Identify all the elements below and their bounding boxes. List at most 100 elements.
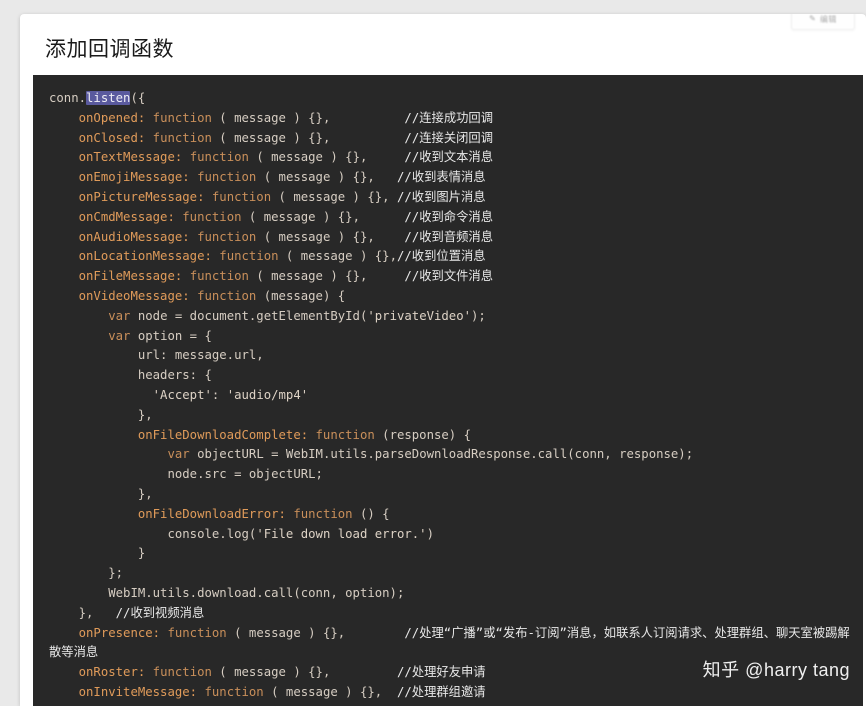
- code-line: onFileDownloadError: function () {: [33, 505, 863, 525]
- code-line: onAudioMessage: function ( message ) {},…: [33, 228, 863, 248]
- code-token: function: [197, 170, 257, 185]
- code-token: ( message ) {},: [211, 130, 331, 145]
- code-token: //收到表情消息: [397, 170, 486, 185]
- code-token: };: [108, 566, 124, 581]
- code-token: function: [204, 684, 264, 699]
- code-token: onFileDownloadError:: [137, 506, 294, 521]
- code-token: node = document.getElementById(: [130, 308, 368, 323]
- code-token: function: [189, 269, 249, 284]
- code-token: :: [211, 387, 227, 402]
- code-line: onLocationMessage: function ( message ) …: [33, 247, 863, 267]
- code-token: onInviteMessage:: [78, 684, 205, 699]
- code-line: onRoster: function ( message ) {}, //处理好…: [33, 663, 863, 683]
- code-token: function: [152, 130, 212, 145]
- code-line: }, //收到视频消息: [33, 604, 863, 624]
- code-token: function: [152, 110, 212, 125]
- code-line: onPictureMessage: function ( message ) {…: [33, 188, 863, 208]
- code-token: onPresence:: [78, 625, 168, 640]
- code-token: ( message ) {},: [248, 269, 368, 284]
- code-token: function: [197, 288, 257, 303]
- code-token: //收到文本消息: [404, 150, 494, 165]
- code-token: ( message ) {},: [271, 189, 397, 204]
- code-block[interactable]: conn.listen({ onOpened: function ( messa…: [33, 75, 863, 706]
- code-token: onCmdMessage:: [78, 209, 183, 224]
- code-token: function: [182, 209, 242, 224]
- code-token: (message) {: [256, 288, 346, 303]
- code-line: },: [33, 406, 863, 426]
- code-token: function: [152, 665, 212, 680]
- code-token: ( message ) {},: [278, 249, 397, 264]
- code-line: onVideoMessage: function (message) {: [33, 287, 863, 307]
- code-line: onEmojiMessage: function ( message ) {},…: [33, 168, 863, 188]
- code-line: console.log('File down load error.'): [33, 525, 863, 545]
- code-token: onTextMessage:: [78, 150, 190, 165]
- code-token: 'privateVideo': [367, 308, 472, 323]
- code-line: };: [33, 564, 863, 584]
- code-token: ( message ) {},: [256, 229, 375, 244]
- code-line: onClosed: function ( message ) {}, //连接关…: [33, 129, 863, 149]
- pencil-icon: ✎: [809, 14, 816, 23]
- code-line: onFileMessage: function ( message ) {}, …: [33, 267, 863, 287]
- code-token: var: [108, 308, 131, 323]
- code-line: },: [33, 485, 863, 505]
- page-title: 添加回调函数: [45, 38, 174, 61]
- code-line: var option = {: [33, 327, 863, 347]
- code-token: //收到视频消息: [115, 605, 205, 620]
- code-token: function: [293, 506, 353, 521]
- code-token: headers: {: [137, 368, 212, 383]
- code-line: WebIM.utils.download.call(conn, option);: [33, 584, 863, 604]
- code-token: function: [197, 229, 257, 244]
- code-token: ( message ) {},: [248, 150, 368, 165]
- code-line: url: message.url,: [33, 346, 863, 366]
- edit-button[interactable]: ✎ 编辑: [791, 14, 855, 30]
- code-token: //连接关闭回调: [404, 130, 494, 145]
- code-token: var: [108, 328, 131, 343]
- code-token: onClosed:: [78, 130, 153, 145]
- code-line: }: [33, 544, 863, 564]
- code-token: //收到命令消息: [404, 209, 493, 224]
- code-token: (response) {: [374, 427, 472, 442]
- code-token: function: [315, 427, 375, 442]
- code-token: onVideoMessage:: [78, 288, 198, 303]
- code-token: //处理群组邀请: [396, 684, 486, 699]
- code-token: //连接成功回调: [404, 110, 494, 125]
- code-token: url: message.url,: [137, 348, 264, 363]
- code-token: onAudioMessage:: [78, 229, 198, 244]
- code-line: headers: {: [33, 366, 863, 386]
- code-token: console.log(: [167, 526, 257, 541]
- code-token: 'File down load error.': [256, 526, 427, 541]
- code-token: ( message ) {},: [226, 625, 346, 640]
- code-line: onPresence: function ( message ) {}, //处…: [33, 624, 863, 664]
- code-token: },: [137, 486, 153, 501]
- code-line: onCmdMessage: function ( message ) {}, /…: [33, 208, 863, 228]
- edit-button-label: 编辑: [819, 14, 837, 24]
- code-token: onRoster:: [78, 665, 153, 680]
- code-line: 'Accept': 'audio/mp4': [33, 386, 863, 406]
- code-line: onOpened: function ( message ) {}, //连接成…: [33, 109, 863, 129]
- code-token: ( message ) {},: [211, 110, 331, 125]
- code-token: function: [219, 249, 279, 264]
- code-content: conn.listen({ onOpened: function ( messa…: [33, 75, 863, 703]
